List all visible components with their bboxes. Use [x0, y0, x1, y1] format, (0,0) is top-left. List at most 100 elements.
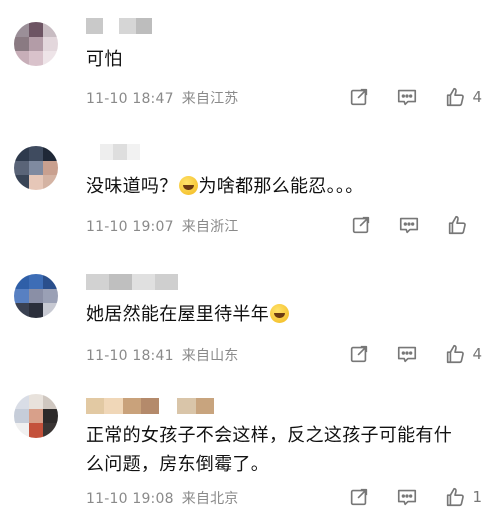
avatar-pixel	[14, 160, 29, 176]
comment-item: 可怕 11-10 18:47 来自江苏 4	[0, 0, 500, 120]
comment-actions	[324, 214, 482, 236]
comment-button[interactable]	[396, 86, 418, 108]
avatar-pixel	[14, 394, 29, 409]
username-redacted[interactable]	[86, 274, 178, 290]
like-button[interactable]: 4	[444, 343, 482, 365]
avatar-pixel	[14, 36, 29, 52]
avatar-pixel	[28, 175, 44, 190]
comment-location: 来自江苏	[181, 91, 239, 107]
avatar-pixel	[28, 288, 44, 304]
comment-meta: 11-10 19:07 来自浙江	[86, 216, 239, 236]
username-pixel	[86, 274, 109, 290]
comment-meta: 11-10 18:41 来自山东	[86, 345, 239, 365]
comment-date: 11-10 19:08	[86, 491, 174, 507]
laughing-tears-emoji	[178, 176, 198, 195]
comment-location: 来自北京	[181, 491, 239, 507]
avatar[interactable]	[14, 274, 58, 318]
username-pixel	[102, 18, 119, 34]
avatar-pixel	[28, 423, 44, 438]
avatar[interactable]	[14, 22, 58, 66]
avatar-pixel	[14, 175, 29, 190]
comment-icon	[396, 486, 418, 508]
username-pixel	[119, 18, 136, 34]
avatar-pixel	[43, 175, 58, 190]
avatar-pixel	[28, 303, 44, 318]
avatar-pixel	[14, 423, 29, 438]
avatar-pixel	[28, 51, 44, 66]
avatar-pixel	[28, 22, 44, 37]
like-icon	[444, 343, 466, 365]
avatar-pixel	[14, 51, 29, 66]
avatar-pixel	[28, 146, 44, 161]
like-button[interactable]: 4	[444, 86, 482, 108]
avatar-pixel	[43, 160, 58, 176]
like-button[interactable]	[446, 214, 482, 236]
avatar-pixel	[43, 274, 58, 289]
comment-icon	[396, 86, 418, 108]
comment-text: 可怕	[86, 49, 123, 70]
comment-meta: 11-10 18:47 来自江苏	[86, 88, 239, 108]
comment-actions: 4	[322, 343, 482, 365]
comment-button[interactable]	[396, 343, 418, 365]
like-icon	[444, 486, 466, 508]
avatar-pixel	[14, 288, 29, 304]
username-pixel	[177, 398, 196, 414]
avatar-pixel	[43, 394, 58, 409]
avatar-pixel	[43, 423, 58, 438]
username-pixel	[132, 274, 155, 290]
share-icon	[348, 343, 370, 365]
username-redacted[interactable]	[86, 144, 140, 160]
username-pixel	[86, 398, 105, 414]
like-count: 4	[472, 345, 482, 363]
share-icon	[350, 214, 372, 236]
share-button[interactable]	[348, 86, 370, 108]
avatar-pixel	[28, 408, 44, 424]
comment-location: 来自浙江	[181, 219, 239, 235]
username-pixel	[155, 274, 178, 290]
avatar-pixel	[43, 408, 58, 424]
comment-text-part: 没味道吗？	[86, 176, 178, 197]
avatar-pixel	[43, 36, 58, 52]
comment-button[interactable]	[398, 214, 420, 236]
comment-actions: 1	[322, 486, 482, 508]
username-pixel	[99, 144, 113, 160]
like-icon	[444, 86, 466, 108]
avatar[interactable]	[14, 146, 58, 190]
comment-text: 没味道吗？ 为啥都那么能忍。。。	[86, 172, 470, 201]
avatar-pixel	[43, 288, 58, 304]
avatar-pixel	[14, 408, 29, 424]
avatar-pixel	[28, 394, 44, 409]
share-button[interactable]	[348, 343, 370, 365]
avatar-pixel	[43, 303, 58, 318]
username-redacted[interactable]	[86, 398, 214, 414]
avatar-pixel	[43, 51, 58, 66]
comment-location: 来自山东	[181, 348, 239, 364]
username-pixel	[126, 144, 140, 160]
avatar-pixel	[28, 160, 44, 176]
comment-meta: 11-10 19:08 来自北京	[86, 488, 239, 508]
avatar-pixel	[14, 303, 29, 318]
like-button[interactable]: 1	[444, 486, 482, 508]
avatar-pixel	[43, 22, 58, 37]
username-pixel	[140, 398, 160, 414]
comment-icon	[396, 343, 418, 365]
avatar-pixel	[14, 146, 29, 161]
avatar[interactable]	[14, 394, 58, 438]
avatar-pixel	[28, 274, 44, 289]
username-pixel	[159, 398, 178, 414]
comment-text-part: 她居然能在屋里待半年	[86, 304, 269, 325]
username-pixel	[135, 18, 152, 34]
username-pixel	[122, 398, 141, 414]
share-button[interactable]	[348, 486, 370, 508]
comment-icon	[398, 214, 420, 236]
comment-button[interactable]	[396, 486, 418, 508]
username-pixel	[104, 398, 123, 414]
share-button[interactable]	[350, 214, 372, 236]
username-pixel	[109, 274, 132, 290]
comment-text: 她居然能在屋里待半年	[86, 300, 470, 329]
comment-date: 11-10 18:41	[86, 348, 174, 364]
username-pixel	[195, 398, 214, 414]
like-count: 4	[472, 88, 482, 106]
username-redacted[interactable]	[86, 18, 152, 34]
like-count: 1	[472, 488, 482, 506]
